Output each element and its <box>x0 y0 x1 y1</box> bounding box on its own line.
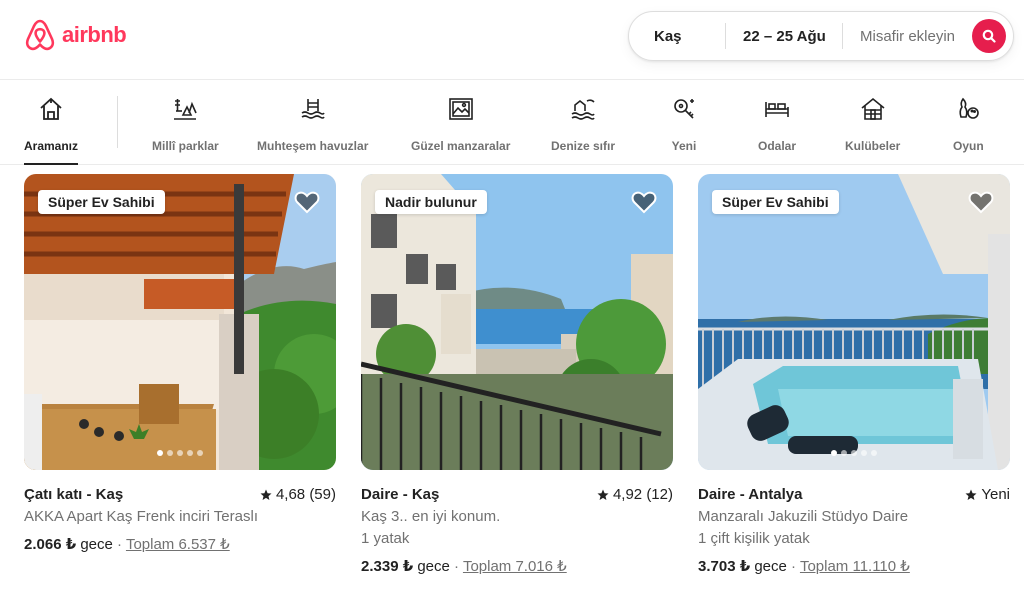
listing-photo-jacuzzi <box>698 174 1010 470</box>
brand-name: airbnb <box>62 22 127 47</box>
heart-icon[interactable] <box>631 190 657 214</box>
category-yeni[interactable]: Yeni <box>670 94 698 165</box>
category-label: Yeni <box>671 139 697 153</box>
carousel-dot[interactable] <box>167 450 173 456</box>
listing-badge: Süper Ev Sahibi <box>712 190 839 214</box>
listing-price: 2.339 ₺ gece · Toplam 7.016 ₺ <box>361 556 673 578</box>
price-period: gece <box>417 558 450 575</box>
airbnb-logo-icon <box>25 19 55 51</box>
category-label: Millî parklar <box>152 139 219 153</box>
category-bar: Aramanız Millî parklar Muhteşem havuzlar… <box>0 80 1024 165</box>
category-label: Güzel manzaralar <box>411 139 511 153</box>
listing-rating: 4,68 (59) <box>260 484 336 506</box>
search-button[interactable] <box>972 19 1006 53</box>
category-guzel-manzaralar[interactable]: Güzel manzaralar <box>411 94 510 165</box>
carousel-dot[interactable] <box>871 450 877 456</box>
carousel-dot[interactable] <box>831 450 837 456</box>
carousel-dot[interactable] <box>861 450 867 456</box>
listing-card[interactable]: Nadir bulunur Daire - Kaş 4,92 (12) Kaş … <box>361 174 673 578</box>
price-amount: 2.339 ₺ <box>361 558 414 575</box>
category-muhtesem-havuzlar[interactable]: Muhteşem havuzlar <box>257 94 368 165</box>
price-total-link[interactable]: Toplam 11.110 ₺ <box>800 558 910 575</box>
search-dates[interactable]: 22 – 25 Ağu <box>726 12 842 60</box>
bowling-icon <box>959 97 980 119</box>
star-icon <box>965 489 977 500</box>
search-guests[interactable]: Misafir ekleyin <box>843 12 973 60</box>
listing-description: Manzaralı Jakuzili Stüdyo Daire <box>698 508 909 525</box>
category-label: Denize sıfır <box>551 139 616 153</box>
rating-value: Yeni <box>981 486 1010 503</box>
listing-badge: Nadir bulunur <box>375 190 487 214</box>
carousel-dot[interactable] <box>197 450 203 456</box>
price-separator: · <box>791 558 797 575</box>
listing-title: Daire - Kaş <box>361 486 440 503</box>
rating-value: 4,92 (12) <box>612 486 673 503</box>
category-denize-sifir[interactable]: Denize sıfır <box>551 94 615 165</box>
carousel-dot[interactable] <box>157 450 163 456</box>
search-icon <box>982 29 996 43</box>
search-location[interactable]: Kaş <box>629 12 725 60</box>
beachfront-icon <box>571 99 595 120</box>
listing-title: Çatı katı - Kaş <box>24 486 124 503</box>
price-separator: · <box>117 536 123 553</box>
listing-beds: 1 yatak <box>361 530 410 547</box>
listing-description: AKKA Apart Kaş Frenk inciri Teraslı <box>24 508 258 525</box>
category-label: Muhteşem havuzlar <box>257 139 369 153</box>
listing-photo[interactable]: Süper Ev Sahibi <box>24 174 336 470</box>
price-amount: 3.703 ₺ <box>698 558 751 575</box>
carousel-dot[interactable] <box>851 450 857 456</box>
price-total-link[interactable]: Toplam 7.016 ₺ <box>463 558 567 575</box>
top-header: airbnb Kaş 22 – 25 Ağu Misafir ekleyin <box>0 0 1024 80</box>
category-oyun[interactable]: Oyun <box>953 94 984 165</box>
price-separator: · <box>454 558 460 575</box>
category-divider <box>117 96 118 148</box>
category-label: Odalar <box>758 139 797 153</box>
landscape-icon <box>448 98 473 120</box>
category-odalar[interactable]: Odalar <box>758 94 796 165</box>
park-icon <box>174 99 198 120</box>
heart-icon[interactable] <box>294 190 320 214</box>
listing-beds: 1 çift kişilik yatak <box>698 530 810 547</box>
listing-photo-terrace <box>24 174 336 470</box>
carousel-dot[interactable] <box>841 450 847 456</box>
star-icon <box>260 489 272 500</box>
category-kulubeler[interactable]: Kulübeler <box>845 94 900 165</box>
rating-value: 4,68 (59) <box>275 486 336 503</box>
listing-card[interactable]: Süper Ev Sahibi Çatı katı - Kaş 4,68 (59… <box>24 174 336 556</box>
listing-description: Kaş 3.. en iyi konum. <box>361 508 501 525</box>
carousel-dots <box>157 450 203 456</box>
category-label: Aramanız <box>24 139 79 153</box>
price-period: gece <box>80 536 113 553</box>
price-amount: 2.066 ₺ <box>24 536 77 553</box>
carousel-dots <box>831 450 877 456</box>
heart-icon[interactable] <box>968 190 994 214</box>
listing-title: Daire - Antalya <box>698 486 803 503</box>
category-aramaniz[interactable]: Aramanız <box>24 94 79 165</box>
listing-price: 3.703 ₺ gece · Toplam 11.110 ₺ <box>698 556 1010 578</box>
listing-badge: Süper Ev Sahibi <box>38 190 165 214</box>
airbnb-logo[interactable]: airbnb <box>24 18 127 52</box>
listing-rating: Yeni <box>965 484 1010 506</box>
category-label: Kulübeler <box>845 139 901 153</box>
listing-photo[interactable]: Nadir bulunur <box>361 174 673 470</box>
price-total-link[interactable]: Toplam 6.537 ₺ <box>126 536 230 553</box>
house-icon <box>40 97 62 120</box>
listing-photo[interactable]: Süper Ev Sahibi <box>698 174 1010 470</box>
category-milli-parklar[interactable]: Millî parklar <box>152 94 219 165</box>
search-bar[interactable]: Kaş 22 – 25 Ağu Misafir ekleyin <box>628 11 1014 61</box>
price-period: gece <box>754 558 787 575</box>
star-icon <box>597 489 609 500</box>
new-key-icon <box>674 99 694 119</box>
listing-photo-street <box>361 174 673 470</box>
cabin-icon <box>861 97 885 120</box>
carousel-dot[interactable] <box>187 450 193 456</box>
carousel-dot[interactable] <box>177 450 183 456</box>
listing-card[interactable]: Süper Ev Sahibi Daire - Antalya Yeni Man… <box>698 174 1010 578</box>
category-label: Oyun <box>953 139 984 153</box>
pool-icon <box>301 99 325 119</box>
listing-price: 2.066 ₺ gece · Toplam 6.537 ₺ <box>24 534 336 556</box>
listing-rating: 4,92 (12) <box>597 484 673 506</box>
bed-icon <box>765 102 789 117</box>
